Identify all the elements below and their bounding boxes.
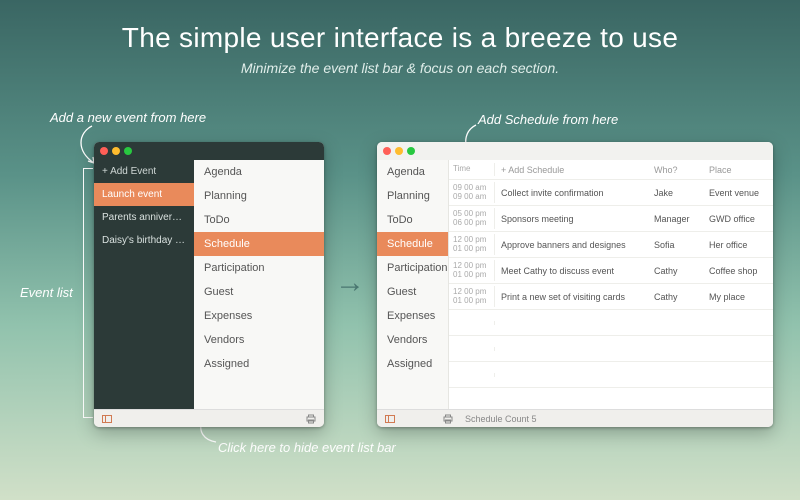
event-item[interactable]: Parents anniversary (94, 206, 194, 229)
category-item[interactable]: Assigned (377, 352, 448, 376)
page-headline: The simple user interface is a breeze to… (0, 0, 800, 54)
table-row-empty (449, 336, 773, 362)
print-icon[interactable] (306, 414, 316, 424)
close-icon[interactable] (100, 147, 108, 155)
titlebar (94, 142, 324, 160)
page-subhead: Minimize the event list bar & focus on e… (0, 54, 800, 76)
titlebar (377, 142, 773, 160)
category-item-schedule[interactable]: Schedule (377, 232, 448, 256)
category-item[interactable]: Participation (377, 256, 448, 280)
category-item[interactable]: Assigned (194, 352, 324, 376)
add-event-button[interactable]: + Add Event (94, 160, 194, 183)
table-row-empty (449, 310, 773, 336)
arrow-right-icon: → (335, 266, 365, 300)
category-item[interactable]: Planning (377, 184, 448, 208)
category-item[interactable]: Expenses (377, 304, 448, 328)
print-icon[interactable] (443, 414, 453, 424)
category-item[interactable]: Planning (194, 184, 324, 208)
category-list: Agenda Planning ToDo Schedule Participat… (194, 160, 324, 409)
minimize-icon[interactable] (395, 147, 403, 155)
category-item[interactable]: Guest (377, 280, 448, 304)
category-item[interactable]: Vendors (194, 328, 324, 352)
status-text: Schedule Count 5 (465, 414, 537, 424)
table-row[interactable]: 12 00 pm01 00 pm Meet Cathy to discuss e… (449, 258, 773, 284)
col-place: Place (705, 163, 773, 177)
event-list-brace (83, 168, 93, 418)
category-item[interactable]: Agenda (377, 160, 448, 184)
event-list-sidebar: + Add Event Launch event Parents anniver… (94, 160, 194, 409)
annot-hide-bar: Click here to hide event list bar (218, 440, 396, 455)
toggle-sidebar-icon[interactable] (385, 414, 395, 424)
category-item[interactable]: Guest (194, 280, 324, 304)
category-item[interactable]: Agenda (194, 160, 324, 184)
event-item[interactable]: Daisy's birthday party (94, 229, 194, 252)
zoom-icon[interactable] (124, 147, 132, 155)
toggle-sidebar-icon[interactable] (102, 414, 112, 424)
table-row[interactable]: 05 00 pm06 00 pm Sponsors meeting Manage… (449, 206, 773, 232)
table-row[interactable]: 12 00 pm01 00 pm Approve banners and des… (449, 232, 773, 258)
statusbar: Schedule Count 5 (377, 409, 773, 427)
col-who: Who? (650, 163, 705, 177)
category-item[interactable]: Expenses (194, 304, 324, 328)
annot-add-event: Add a new event from here (50, 110, 206, 125)
table-row[interactable]: 09 00 am09 00 am Collect invite confirma… (449, 180, 773, 206)
category-list: Agenda Planning ToDo Schedule Participat… (377, 160, 449, 409)
category-item-schedule[interactable]: Schedule (194, 232, 324, 256)
table-row[interactable]: 12 00 pm01 00 pm Print a new set of visi… (449, 284, 773, 310)
add-schedule-button[interactable]: + Add Schedule (495, 163, 650, 177)
category-item[interactable]: Vendors (377, 328, 448, 352)
category-item[interactable]: ToDo (194, 208, 324, 232)
col-time: Time (449, 163, 495, 176)
table-row-empty (449, 362, 773, 388)
statusbar (94, 409, 324, 427)
app-window-schedule: Agenda Planning ToDo Schedule Participat… (377, 142, 773, 427)
minimize-icon[interactable] (112, 147, 120, 155)
schedule-grid: Time + Add Schedule Who? Place 09 00 am0… (449, 160, 773, 409)
annot-event-list: Event list (20, 285, 73, 300)
app-window-events: + Add Event Launch event Parents anniver… (94, 142, 324, 427)
close-icon[interactable] (383, 147, 391, 155)
category-item[interactable]: Participation (194, 256, 324, 280)
table-header: Time + Add Schedule Who? Place (449, 160, 773, 180)
event-item-launch[interactable]: Launch event (94, 183, 194, 206)
category-item[interactable]: ToDo (377, 208, 448, 232)
annot-add-schedule: Add Schedule from here (478, 112, 618, 127)
zoom-icon[interactable] (407, 147, 415, 155)
